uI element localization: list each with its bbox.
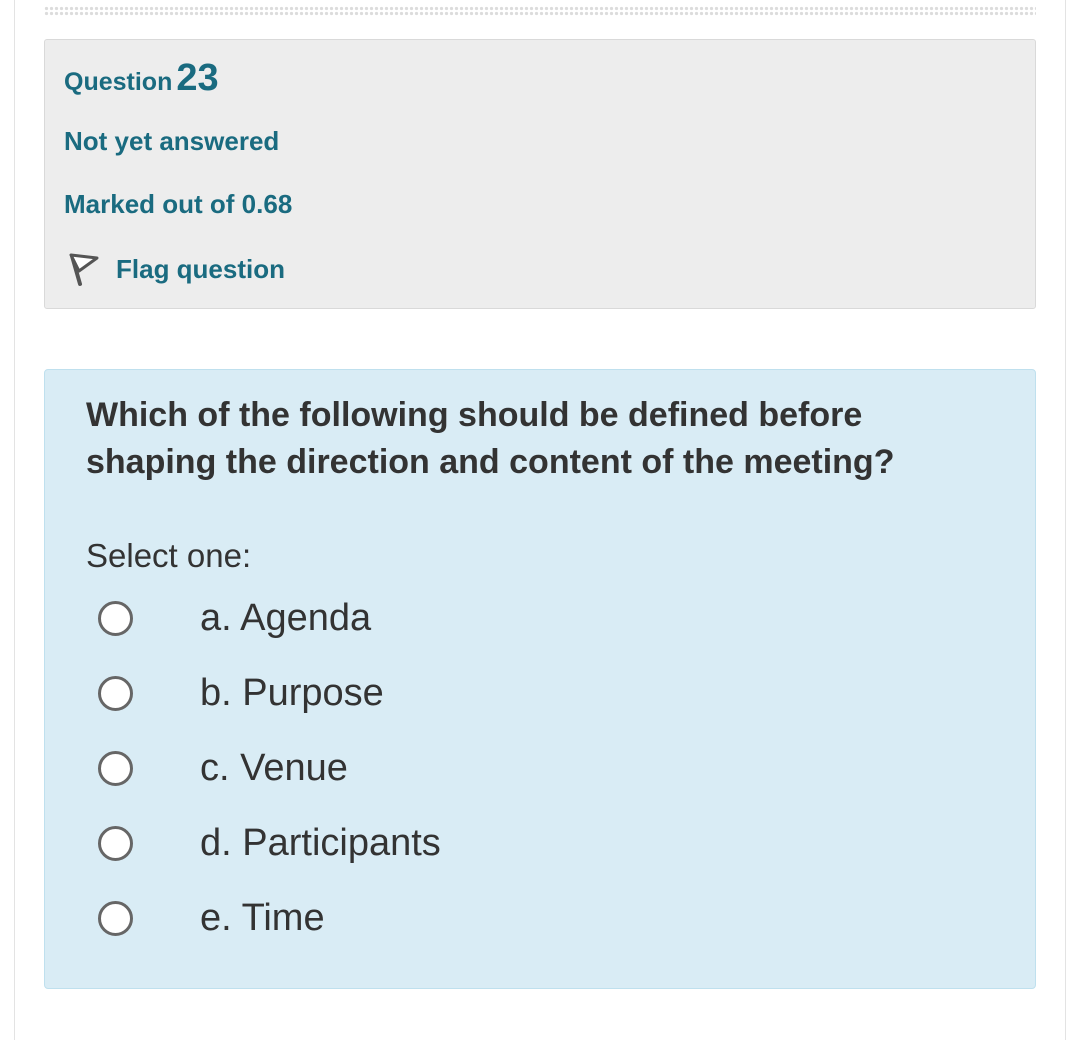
radio-button[interactable] — [98, 750, 133, 786]
radio-button[interactable] — [98, 825, 133, 861]
question-number: 23 — [176, 57, 219, 99]
answer-option-e[interactable]: e. Time — [98, 888, 798, 948]
answer-label: e. Time — [200, 896, 325, 939]
question-state: Not yet answered — [64, 126, 280, 156]
question-info-panel: Question 23 Not yet answered Marked out o… — [44, 39, 1036, 309]
section-divider — [44, 6, 1036, 16]
question-content-panel: Which of the following should be defined… — [44, 369, 1036, 989]
radio-button[interactable] — [98, 600, 133, 636]
select-one-prompt: Select one: — [86, 537, 252, 574]
answer-label: d. Participants — [200, 821, 441, 864]
answer-option-a[interactable]: a. Agenda — [98, 588, 798, 648]
question-grade: Marked out of 0.68 — [64, 189, 293, 219]
answer-option-d[interactable]: d. Participants — [98, 813, 798, 873]
question-text: Which of the following should be defined… — [86, 396, 895, 481]
question-title-prefix: Question — [64, 68, 173, 96]
flag-question-label: Flag question — [116, 253, 285, 284]
answer-label: a. Agenda — [200, 596, 372, 639]
answer-label: c. Venue — [200, 746, 348, 789]
flag-icon — [67, 249, 103, 289]
question-title: Question 23 — [64, 56, 219, 104]
flag-question-link[interactable]: Flag question — [67, 249, 285, 289]
radio-button[interactable] — [98, 675, 133, 711]
radio-button[interactable] — [98, 900, 133, 936]
answer-label: b. Purpose — [200, 671, 384, 714]
answer-option-b[interactable]: b. Purpose — [98, 663, 798, 723]
answer-option-c[interactable]: c. Venue — [98, 738, 798, 798]
